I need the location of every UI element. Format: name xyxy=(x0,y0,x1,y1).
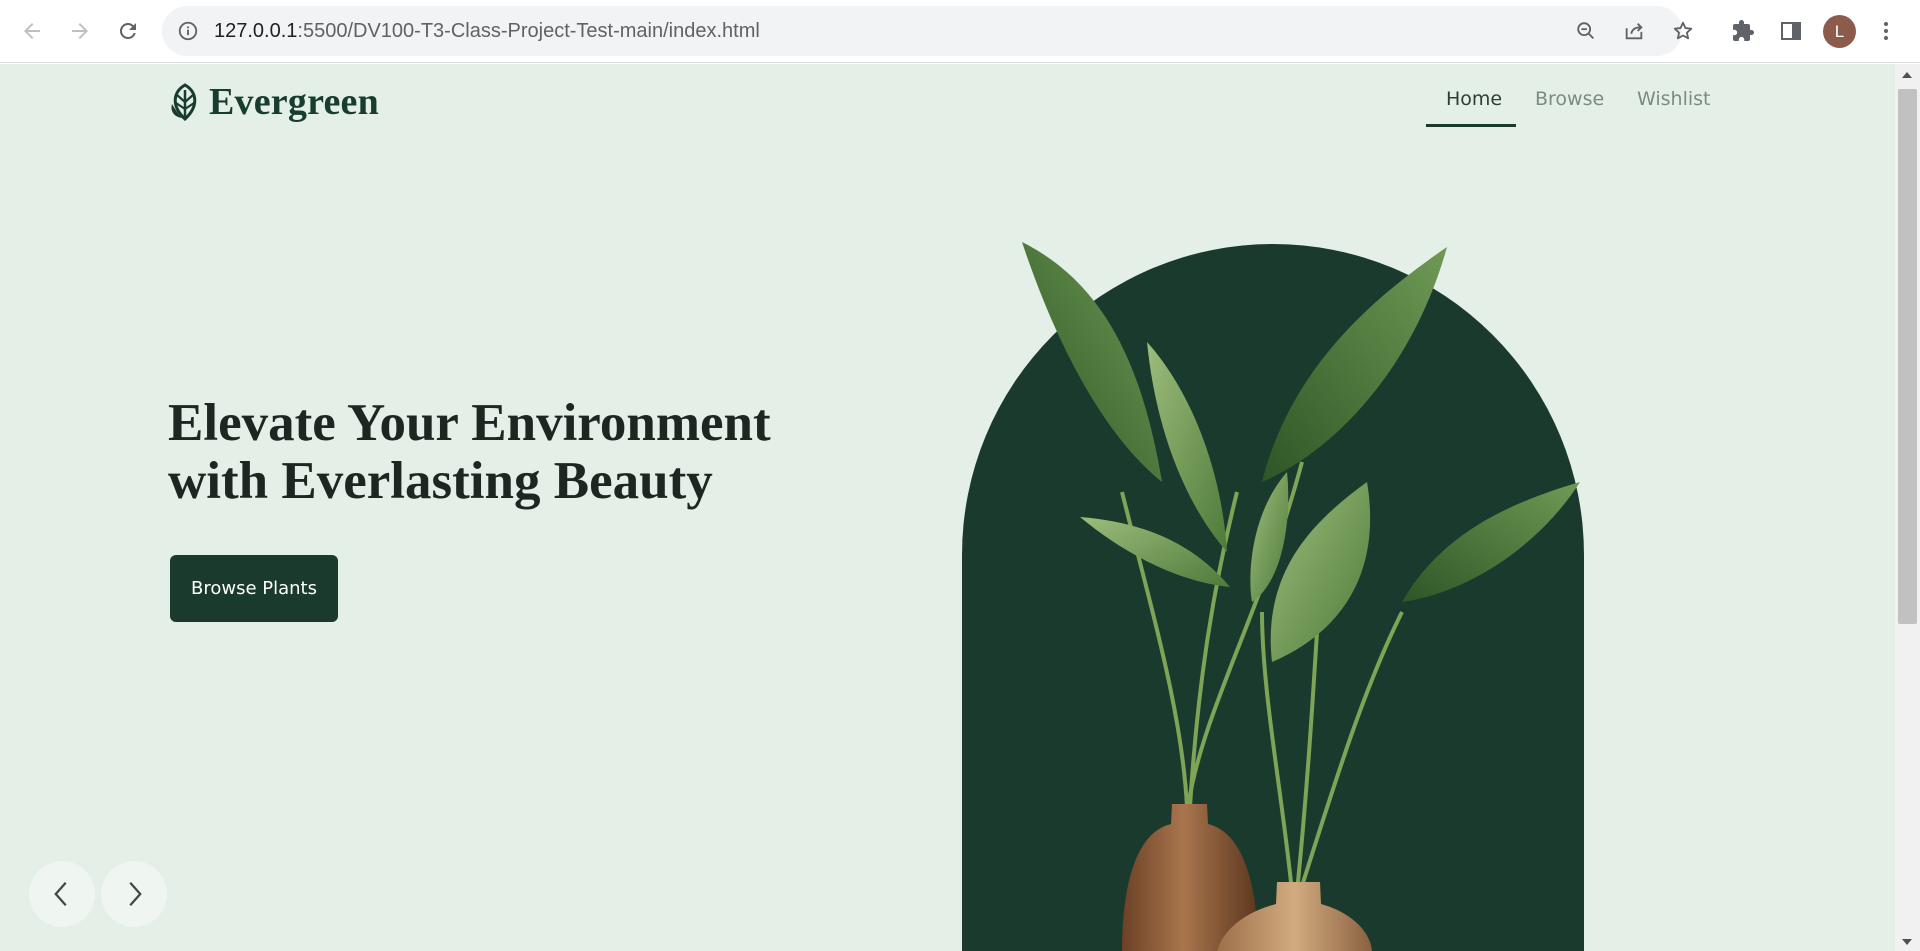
leaf-logo-icon xyxy=(171,83,197,122)
nav-wishlist[interactable]: Wishlist xyxy=(1637,88,1711,126)
scrollbar-thumb[interactable] xyxy=(1898,89,1917,624)
forward-icon xyxy=(72,23,88,39)
forward-button[interactable] xyxy=(60,11,100,51)
brand-name: Evergreen xyxy=(209,81,379,123)
url-path: :5500/DV100-T3-Class-Project-Test-main/i… xyxy=(297,20,760,42)
nav-home[interactable]: Home xyxy=(1446,88,1502,126)
side-panel-icon xyxy=(1781,22,1801,40)
carousel-next-button[interactable] xyxy=(101,861,167,927)
page-scrollbar[interactable] xyxy=(1895,64,1920,951)
hero-title-line-1: Elevate Your Environment xyxy=(168,394,771,452)
browser-toolbar: 127.0.0.1:5500/DV100-T3-Class-Project-Te… xyxy=(0,0,1920,63)
url-text[interactable]: 127.0.0.1:5500/DV100-T3-Class-Project-Te… xyxy=(214,6,760,56)
menu-button[interactable] xyxy=(1866,11,1906,51)
extensions-button[interactable] xyxy=(1723,11,1763,51)
back-button[interactable] xyxy=(12,11,52,51)
arch-shape xyxy=(962,244,1584,951)
chevron-right-icon xyxy=(129,882,142,906)
hero-title: Elevate Your Environment with Everlastin… xyxy=(168,394,928,510)
scroll-up-icon[interactable] xyxy=(1902,72,1912,78)
brand-logo[interactable]: Evergreen xyxy=(168,80,379,124)
reload-icon xyxy=(119,22,136,39)
nav-browse[interactable]: Browse xyxy=(1535,88,1604,126)
carousel-prev-button[interactable] xyxy=(29,861,95,927)
address-bar[interactable]: 127.0.0.1:5500/DV100-T3-Class-Project-Te… xyxy=(162,6,1693,56)
back-icon xyxy=(24,23,40,39)
chevron-left-icon xyxy=(54,882,67,906)
more-icon xyxy=(1884,22,1888,40)
zoom-out-icon[interactable] xyxy=(1574,19,1598,43)
nav-active-indicator xyxy=(1426,124,1516,127)
star-icon[interactable] xyxy=(1671,19,1695,43)
side-panel-button[interactable] xyxy=(1771,11,1811,51)
hero-image xyxy=(962,192,1584,951)
scroll-down-icon[interactable] xyxy=(1902,939,1912,945)
plant-illustration xyxy=(962,242,1584,951)
hero-title-line-2: with Everlasting Beauty xyxy=(168,452,713,510)
url-host: 127.0.0.1 xyxy=(214,20,298,42)
info-icon[interactable] xyxy=(176,19,200,43)
extensions-icon xyxy=(1733,20,1754,41)
share-icon[interactable] xyxy=(1622,19,1646,43)
profile-avatar[interactable]: L xyxy=(1823,15,1856,48)
page-viewport: Evergreen Home Browse Wishlist Elevate Y… xyxy=(0,64,1895,951)
reload-button[interactable] xyxy=(108,11,148,51)
browse-plants-button[interactable]: Browse Plants xyxy=(170,555,338,622)
